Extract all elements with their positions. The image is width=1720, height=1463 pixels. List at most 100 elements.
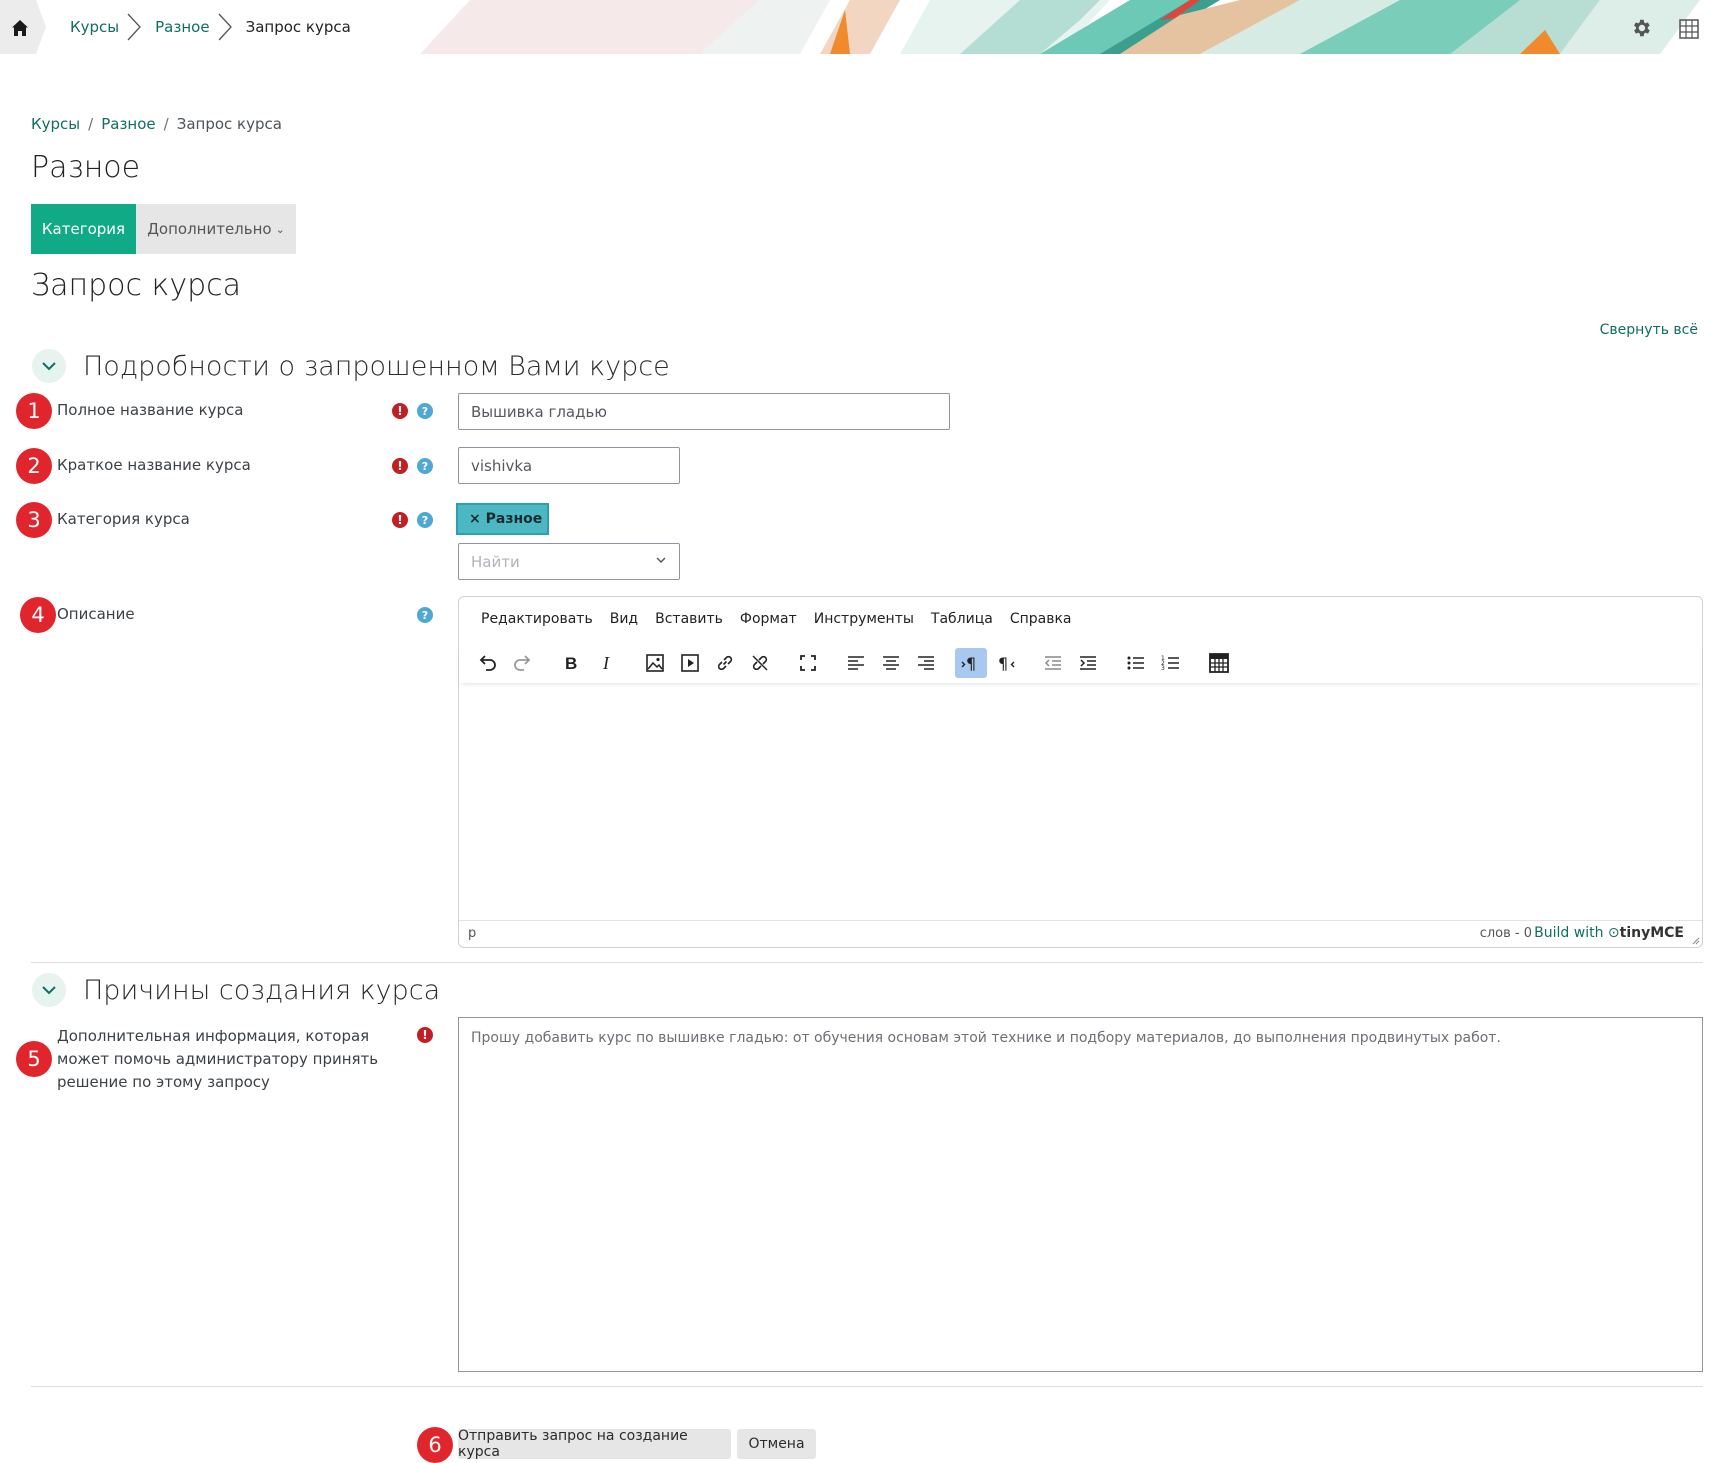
- redo-icon: [514, 655, 531, 671]
- chevron-down-icon: [42, 362, 56, 371]
- step-badge: 6: [417, 1427, 453, 1463]
- align-left-button[interactable]: [840, 648, 872, 678]
- italic-button[interactable]: I: [591, 648, 623, 678]
- chevron-right-icon: [218, 13, 232, 41]
- outdent-icon: [1044, 656, 1061, 670]
- help-icon[interactable]: ?: [417, 458, 433, 474]
- svg-text:I: I: [602, 653, 610, 673]
- bold-icon: B: [565, 654, 577, 673]
- image-button[interactable]: [639, 648, 671, 678]
- step-badge: 1: [16, 393, 52, 429]
- category-search-select[interactable]: Найти: [458, 543, 680, 580]
- breadcrumb-misc[interactable]: Разное: [101, 115, 155, 133]
- equation-button[interactable]: [1203, 648, 1235, 678]
- numbered-list-button[interactable]: 123: [1155, 648, 1187, 678]
- section-title: Причины создания курса: [83, 974, 441, 1006]
- indent-button[interactable]: [1072, 648, 1104, 678]
- top-crumb-courses[interactable]: Курсы: [58, 18, 125, 36]
- top-breadcrumb: Курсы Разное Запрос курса: [58, 0, 357, 54]
- resize-handle-icon[interactable]: [1690, 935, 1700, 945]
- align-right-button[interactable]: [910, 648, 942, 678]
- undo-button[interactable]: [471, 648, 503, 678]
- block-drawer-icon[interactable]: [1679, 19, 1699, 39]
- submit-request-button[interactable]: Отправить запрос на создание курса: [458, 1428, 731, 1460]
- align-center-icon: [883, 656, 899, 670]
- editor-menubar: Редактировать Вид Вставить Формат Инстру…: [481, 611, 1072, 627]
- page-title: Разное: [31, 150, 141, 185]
- collapse-all-link[interactable]: Свернуть всё: [1600, 322, 1698, 338]
- shortname-label: Краткое название курса: [57, 456, 251, 474]
- chevron-down-icon: [42, 986, 56, 995]
- outdent-button[interactable]: [1037, 648, 1069, 678]
- help-icon[interactable]: ?: [417, 512, 433, 528]
- category-chip[interactable]: × Разное: [456, 503, 549, 535]
- svg-text:B: B: [565, 654, 577, 673]
- shortname-input[interactable]: vishivka: [458, 447, 680, 484]
- fullscreen-button[interactable]: [792, 648, 824, 678]
- undo-icon: [479, 655, 496, 671]
- home-icon: [12, 20, 28, 36]
- chevron-down-icon: [656, 557, 666, 563]
- ltr-button[interactable]: ¶: [955, 648, 987, 678]
- rtl-button[interactable]: ¶: [990, 648, 1022, 678]
- breadcrumb-courses[interactable]: Курсы: [31, 115, 80, 133]
- tinymce-branding[interactable]: Build with ⊙tinyMCE: [1534, 925, 1684, 941]
- chevron-down-icon: ⌄: [275, 222, 285, 236]
- numbered-list-icon: 123: [1161, 655, 1179, 672]
- category-label: Категория курса: [57, 510, 190, 528]
- word-count[interactable]: слов - 0: [1480, 926, 1532, 941]
- tinymce-logo-icon: ⊙: [1607, 925, 1620, 941]
- unlink-button[interactable]: [744, 648, 776, 678]
- menu-insert[interactable]: Вставить: [655, 611, 723, 627]
- fullscreen-icon: [800, 655, 816, 671]
- menu-format[interactable]: Формат: [740, 611, 797, 627]
- image-icon: [646, 654, 664, 672]
- breadcrumb-current: Запрос курса: [176, 115, 282, 133]
- branding-prefix: Build with: [1534, 925, 1604, 941]
- required-icon: !: [417, 1027, 433, 1043]
- reason-label: Дополнительная информация, которая может…: [57, 1027, 379, 1091]
- section-reasons-header: Причины создания курса: [32, 973, 440, 1007]
- section-toggle-button[interactable]: [32, 349, 66, 383]
- chevron-right-icon: [127, 13, 142, 41]
- bold-button[interactable]: B: [555, 648, 587, 678]
- fullname-input[interactable]: Вышивка гладью: [458, 393, 950, 430]
- svg-text:3: 3: [1161, 665, 1165, 672]
- description-editor[interactable]: Редактировать Вид Вставить Формат Инстру…: [458, 596, 1703, 948]
- media-button[interactable]: [674, 648, 706, 678]
- menu-table[interactable]: Таблица: [931, 611, 993, 627]
- menu-tools[interactable]: Инструменты: [814, 611, 914, 627]
- svg-text:¶: ¶: [998, 654, 1008, 673]
- menu-help[interactable]: Справка: [1010, 611, 1072, 627]
- help-icon[interactable]: ?: [417, 607, 433, 623]
- shortname-value: vishivka: [471, 456, 533, 475]
- section-divider: [31, 1386, 1703, 1387]
- svg-text:¶: ¶: [966, 654, 976, 673]
- cancel-button[interactable]: Отмена: [737, 1429, 816, 1459]
- secondary-nav: Категория Дополнительно ⌄: [31, 204, 296, 254]
- help-icon[interactable]: ?: [417, 403, 433, 419]
- element-path[interactable]: p: [468, 926, 476, 941]
- editor-statusbar: p слов - 0 Build with ⊙tinyMCE: [459, 920, 1702, 947]
- tab-more[interactable]: Дополнительно ⌄: [136, 204, 296, 254]
- bullet-list-button[interactable]: [1120, 648, 1152, 678]
- branding-name: tinyMCE: [1619, 925, 1684, 941]
- tab-category[interactable]: Категория: [31, 204, 136, 254]
- menu-edit[interactable]: Редактировать: [481, 611, 593, 627]
- align-center-button[interactable]: [875, 648, 907, 678]
- redo-button[interactable]: [507, 648, 539, 678]
- gear-icon[interactable]: [1630, 17, 1652, 39]
- top-crumb-misc[interactable]: Разное: [143, 18, 215, 36]
- step-badge: 3: [16, 502, 52, 538]
- link-icon: [717, 655, 733, 671]
- link-button[interactable]: [709, 648, 741, 678]
- step-badge: 2: [16, 448, 52, 484]
- section-toggle-button[interactable]: [32, 973, 66, 1007]
- breadcrumb-separator: /: [88, 115, 94, 133]
- menu-view[interactable]: Вид: [610, 611, 638, 627]
- indent-icon: [1080, 656, 1096, 670]
- required-icon: !: [392, 512, 408, 528]
- reason-textarea[interactable]: Прошу добавить курс по вышивке гладью: о…: [458, 1017, 1703, 1372]
- section-details-header: Подробности о запрошенном Вами курсе: [32, 349, 670, 383]
- calculator-icon: [1209, 653, 1229, 673]
